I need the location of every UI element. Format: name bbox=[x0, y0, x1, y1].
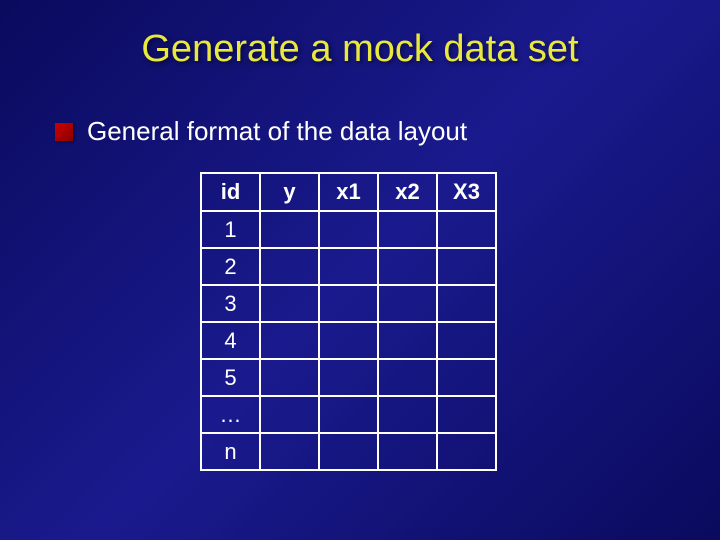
table-cell: 4 bbox=[201, 322, 260, 359]
table-row: 1 bbox=[201, 211, 496, 248]
header-cell: x2 bbox=[378, 173, 437, 211]
table-cell bbox=[378, 248, 437, 285]
table-cell bbox=[437, 433, 496, 470]
table-cell bbox=[437, 211, 496, 248]
table-cell bbox=[319, 359, 378, 396]
table-cell bbox=[437, 322, 496, 359]
table-cell bbox=[260, 396, 319, 433]
table-cell bbox=[319, 211, 378, 248]
table-cell: 3 bbox=[201, 285, 260, 322]
data-table-container: id y x1 x2 X3 1 2 3 bbox=[200, 172, 720, 471]
table-row: 3 bbox=[201, 285, 496, 322]
table-cell bbox=[378, 433, 437, 470]
header-cell: y bbox=[260, 173, 319, 211]
table-cell bbox=[437, 248, 496, 285]
slide-title: Generate a mock data set bbox=[0, 0, 720, 71]
table-cell bbox=[378, 211, 437, 248]
table-cell: 2 bbox=[201, 248, 260, 285]
subtitle-text: General format of the data layout bbox=[87, 116, 467, 147]
table-cell: 5 bbox=[201, 359, 260, 396]
table-cell: n bbox=[201, 433, 260, 470]
table-cell bbox=[260, 359, 319, 396]
table-cell bbox=[260, 285, 319, 322]
table-row: 2 bbox=[201, 248, 496, 285]
table-row: … bbox=[201, 396, 496, 433]
table-cell bbox=[378, 396, 437, 433]
table-cell bbox=[260, 248, 319, 285]
data-layout-table: id y x1 x2 X3 1 2 3 bbox=[200, 172, 497, 471]
table-cell bbox=[319, 396, 378, 433]
table-cell bbox=[378, 359, 437, 396]
table-cell bbox=[319, 248, 378, 285]
header-cell: X3 bbox=[437, 173, 496, 211]
table-cell bbox=[378, 285, 437, 322]
table-cell bbox=[319, 433, 378, 470]
table-cell bbox=[260, 433, 319, 470]
table-cell: 1 bbox=[201, 211, 260, 248]
table-cell bbox=[378, 322, 437, 359]
table-row: n bbox=[201, 433, 496, 470]
bullet-icon bbox=[55, 123, 73, 141]
table-row: 5 bbox=[201, 359, 496, 396]
header-cell: x1 bbox=[319, 173, 378, 211]
table-cell bbox=[260, 322, 319, 359]
bullet-point: General format of the data layout bbox=[55, 116, 720, 147]
table-cell bbox=[319, 322, 378, 359]
table-cell bbox=[260, 211, 319, 248]
table-cell bbox=[437, 359, 496, 396]
table-cell: … bbox=[201, 396, 260, 433]
table-cell bbox=[437, 396, 496, 433]
table-cell bbox=[319, 285, 378, 322]
header-cell: id bbox=[201, 173, 260, 211]
table-header-row: id y x1 x2 X3 bbox=[201, 173, 496, 211]
table-cell bbox=[437, 285, 496, 322]
table-row: 4 bbox=[201, 322, 496, 359]
